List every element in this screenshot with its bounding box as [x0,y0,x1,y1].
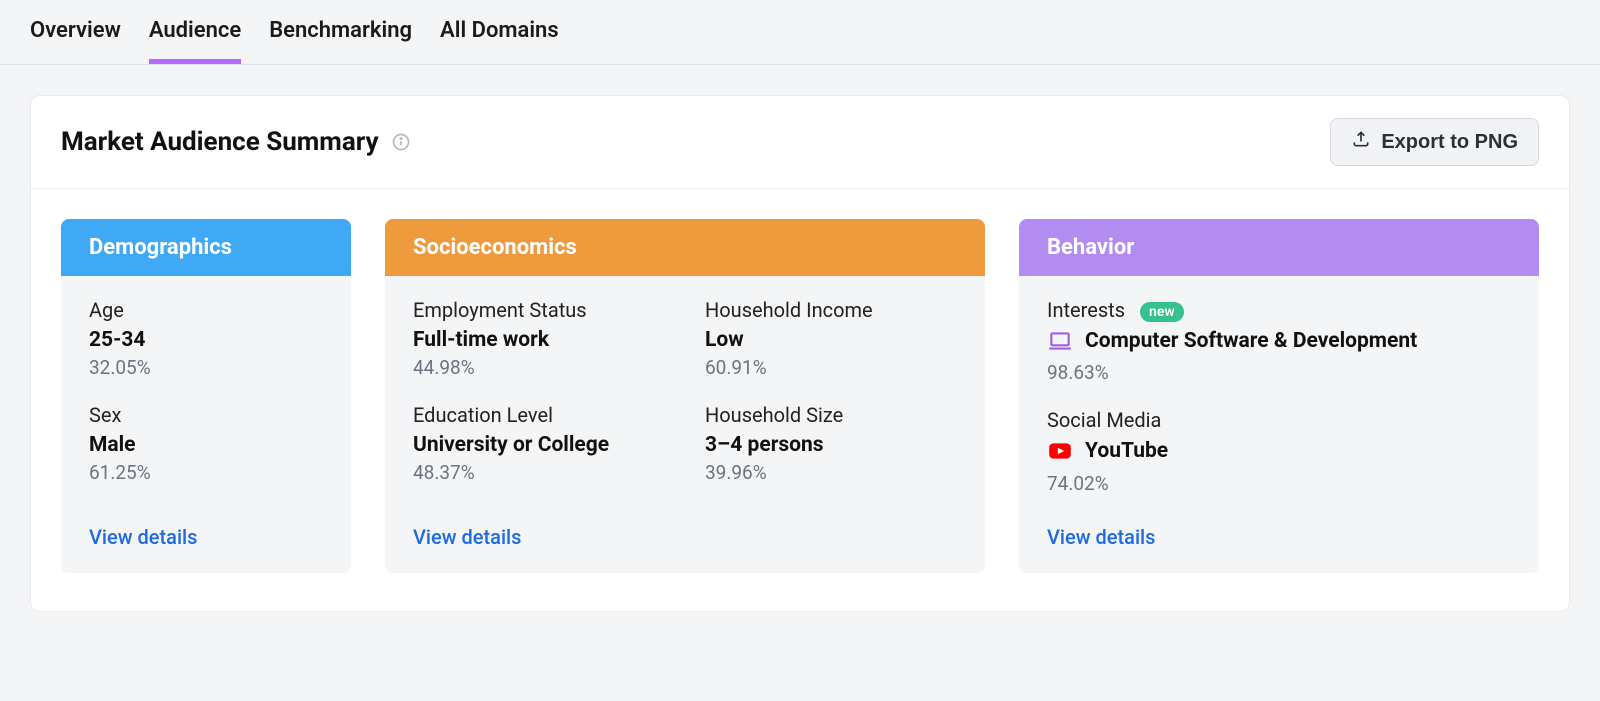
metric-interests-label-text: Interests [1047,298,1125,322]
metric-household-size: Household Size 3–4 persons 39.96% [705,403,957,484]
metric-sex-value: Male [89,433,323,457]
metric-age: Age 25-34 32.05% [89,298,323,379]
export-label: Export to PNG [1381,131,1518,154]
top-tabs: Overview Audience Benchmarking All Domai… [0,0,1600,65]
metric-education-pct: 48.37% [413,461,665,484]
metric-social-label: Social Media [1047,408,1511,432]
card-behavior-footer: View details [1019,525,1539,573]
metric-interests-pct: 98.63% [1047,361,1511,384]
card-behavior-header: Behavior [1019,219,1539,276]
market-audience-panel: Market Audience Summary Export to PNG De… [30,95,1570,612]
card-demographics-body: Age 25-34 32.05% Sex Male 61.25% [61,276,351,525]
card-demographics: Demographics Age 25-34 32.05% Sex Male 6… [61,219,351,573]
tab-benchmarking[interactable]: Benchmarking [269,18,412,64]
panel-header: Market Audience Summary Export to PNG [31,96,1569,189]
card-behavior: Behavior Interests new Computer Software [1019,219,1539,573]
metric-interests-label: Interests new [1047,298,1511,322]
tab-all-domains[interactable]: All Domains [440,18,559,64]
metric-sex-label: Sex [89,403,323,427]
metric-employment-value: Full-time work [413,328,665,352]
metric-social-value-row: YouTube [1047,438,1511,465]
tab-audience[interactable]: Audience [149,18,241,64]
metric-income-label: Household Income [705,298,957,322]
metric-social-pct: 74.02% [1047,472,1511,495]
export-icon [1351,129,1371,155]
metric-income-value: Low [705,328,957,352]
laptop-icon [1047,328,1073,354]
card-socio-footer: View details [385,525,985,573]
metric-age-value: 25-34 [89,328,323,352]
card-socio-header: Socioeconomics [385,219,985,276]
metric-education-label: Education Level [413,403,665,427]
metric-age-pct: 32.05% [89,356,323,379]
metric-interests-value-row: Computer Software & Development [1047,328,1511,355]
metric-social-value: YouTube [1085,438,1168,465]
metric-employment: Employment Status Full-time work 44.98% [413,298,665,379]
metric-education: Education Level University or College 48… [413,403,665,484]
metric-income: Household Income Low 60.91% [705,298,957,379]
metric-sex-pct: 61.25% [89,461,323,484]
card-behavior-body: Interests new Computer Software & Develo… [1019,276,1539,525]
metric-hhsize-label: Household Size [705,403,957,427]
panel-title: Market Audience Summary [61,127,379,157]
card-demographics-footer: View details [61,525,351,573]
card-demographics-header: Demographics [61,219,351,276]
view-details-behavior[interactable]: View details [1047,525,1155,549]
metric-social: Social Media YouTube 74.02% [1047,408,1511,494]
export-png-button[interactable]: Export to PNG [1330,118,1539,166]
metric-interests-value: Computer Software & Development [1085,328,1417,355]
youtube-icon [1047,438,1073,464]
summary-cards: Demographics Age 25-34 32.05% Sex Male 6… [31,189,1569,611]
metric-hhsize-value: 3–4 persons [705,433,957,457]
view-details-socio[interactable]: View details [413,525,521,549]
metric-education-value: University or College [413,433,665,457]
new-badge: new [1140,302,1184,322]
metric-sex: Sex Male 61.25% [89,403,323,484]
metric-employment-pct: 44.98% [413,356,665,379]
metric-employment-label: Employment Status [413,298,665,322]
info-icon[interactable] [391,132,411,152]
card-socioeconomics: Socioeconomics Employment Status Full-ti… [385,219,985,573]
metric-interests: Interests new Computer Software & Develo… [1047,298,1511,384]
metric-income-pct: 60.91% [705,356,957,379]
panel-title-wrap: Market Audience Summary [61,127,411,157]
tab-overview[interactable]: Overview [30,18,121,64]
view-details-demographics[interactable]: View details [89,525,197,549]
metric-age-label: Age [89,298,323,322]
card-socio-body: Employment Status Full-time work 44.98% … [385,276,985,525]
metric-hhsize-pct: 39.96% [705,461,957,484]
